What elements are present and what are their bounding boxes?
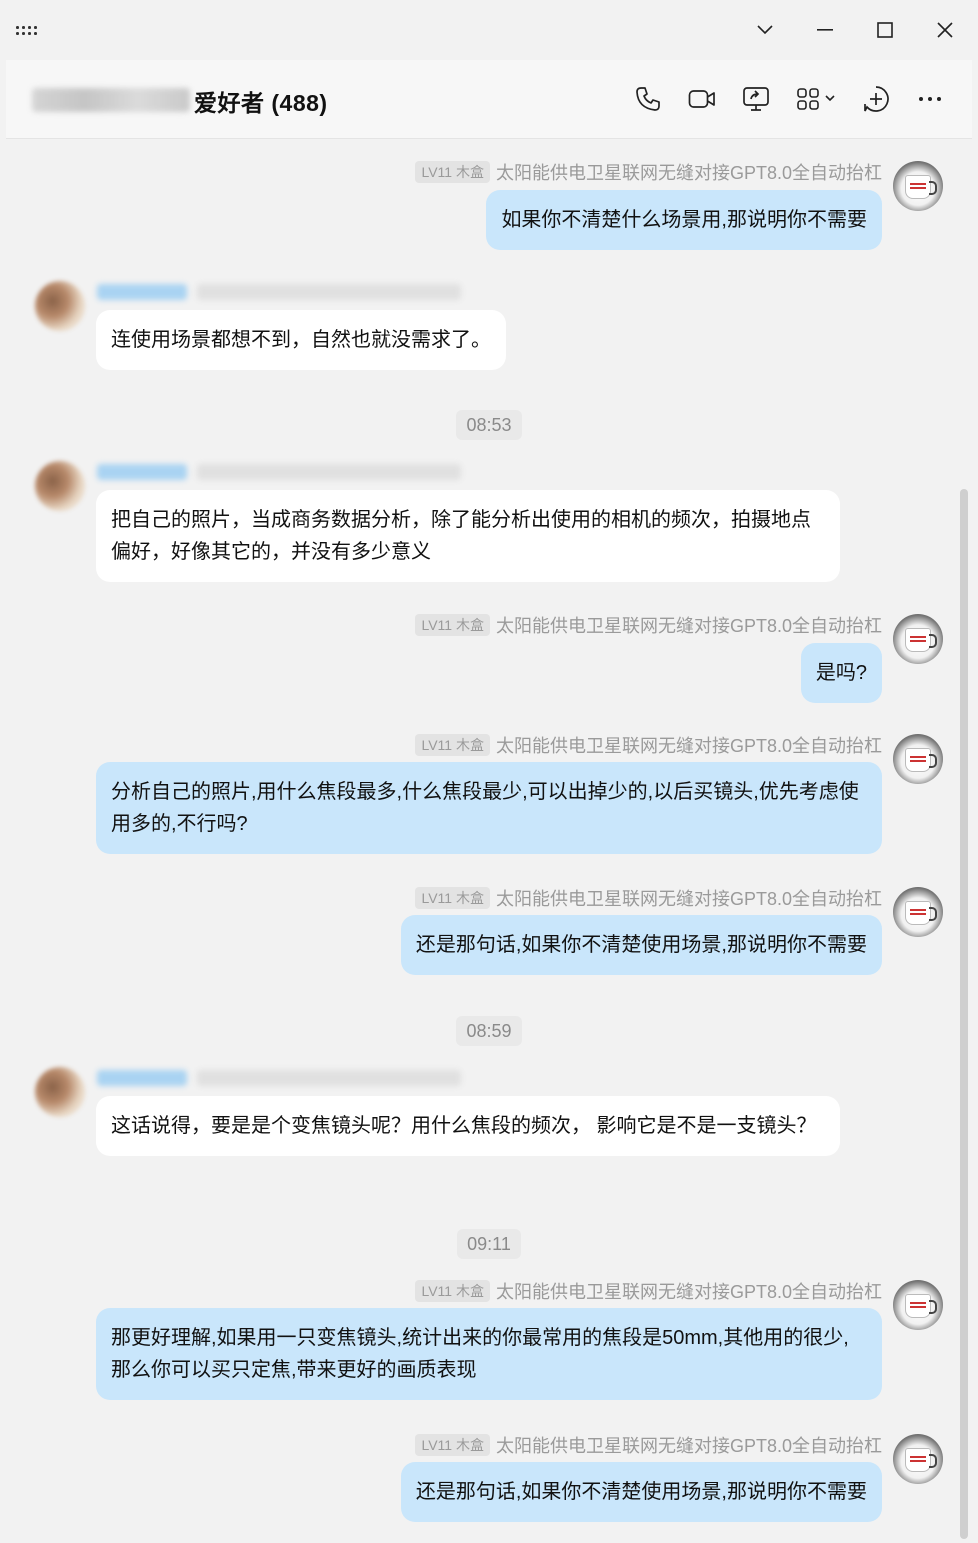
sender-name: 太阳能供电卫星联网无缝对接GPT8.0全自动抬杠 xyxy=(495,736,882,756)
sender-name: 太阳能供电卫星联网无缝对接GPT8.0全自动抬杠 xyxy=(495,616,882,636)
level-badge: LV11 木盒 xyxy=(415,887,490,909)
message-bubble[interactable]: 还是那句话,如果你不清楚使用场景,那说明你不需要 xyxy=(400,915,882,975)
sender-meta: LV11 木盒 太阳能供电卫星联网无缝对接GPT8.0全自动抬杠 xyxy=(415,160,882,184)
screen-share-icon xyxy=(743,87,769,111)
sender-meta-redacted xyxy=(97,464,461,482)
level-badge: LV11 木盒 xyxy=(415,614,490,636)
avatar[interactable] xyxy=(893,887,943,937)
avatar[interactable] xyxy=(35,461,85,511)
avatar[interactable] xyxy=(893,734,943,784)
more-button[interactable] xyxy=(916,84,944,114)
avatar[interactable] xyxy=(893,614,943,664)
sender-name: 太阳能供电卫星联网无缝对接GPT8.0全自动抬杠 xyxy=(495,889,882,909)
group-name-redacted xyxy=(32,88,190,112)
avatar[interactable] xyxy=(35,1067,85,1117)
dropdown-button[interactable] xyxy=(749,14,781,46)
timestamp: 08:59 xyxy=(0,1016,978,1046)
sender-name: 太阳能供电卫星联网无缝对接GPT8.0全自动抬杠 xyxy=(495,1282,882,1302)
message-bubble[interactable]: 如果你不清楚什么场景用,那说明你不需要 xyxy=(486,190,882,250)
avatar[interactable] xyxy=(35,281,85,331)
message-bubble[interactable]: 这话说得，要是是个变焦镜头呢？用什么焦段的频次， 影响它是不是一支镜头？ xyxy=(96,1096,840,1156)
level-badge: LV11 木盒 xyxy=(415,1280,490,1302)
sender-meta-redacted xyxy=(97,284,461,302)
avatar[interactable] xyxy=(893,161,943,211)
app-menu-icon[interactable] xyxy=(16,22,40,38)
apps-menu-button[interactable] xyxy=(796,84,842,114)
chat-header: 爱好者 (488) xyxy=(6,60,972,139)
message-bubble[interactable]: 把自己的照片，当成商务数据分析，除了能分析出使用的相机的频次，拍摄地点偏好，好像… xyxy=(96,490,840,582)
minimize-button[interactable] xyxy=(809,14,841,46)
maximize-button[interactable] xyxy=(869,14,901,46)
video-call-button[interactable] xyxy=(687,84,717,114)
phone-icon xyxy=(636,87,660,111)
message-bubble[interactable]: 是吗? xyxy=(800,643,882,703)
window-title-bar xyxy=(0,0,978,60)
sender-name: 太阳能供电卫星联网无缝对接GPT8.0全自动抬杠 xyxy=(495,163,882,183)
video-icon xyxy=(688,90,715,108)
close-icon xyxy=(937,22,953,38)
avatar[interactable] xyxy=(893,1434,943,1484)
chevron-down-icon xyxy=(757,25,773,35)
avatar[interactable] xyxy=(893,1280,943,1330)
timestamp: 08:53 xyxy=(0,410,978,440)
add-button[interactable] xyxy=(861,84,891,114)
scrollbar-thumb[interactable] xyxy=(960,489,968,1539)
sender-meta: LV11 木盒 太阳能供电卫星联网无缝对接GPT8.0全自动抬杠 xyxy=(415,1433,882,1457)
timestamp: 09:11 xyxy=(0,1229,978,1259)
add-icon xyxy=(864,86,889,112)
level-badge: LV11 木盒 xyxy=(415,734,490,756)
more-icon xyxy=(919,97,941,101)
message-bubble[interactable]: 那更好理解,如果用一只变焦镜头,统计出来的你最常用的焦段是50mm,其他用的很少… xyxy=(96,1308,882,1400)
message-bubble[interactable]: 还是那句话,如果你不清楚使用场景,那说明你不需要 xyxy=(400,1462,882,1522)
minimize-icon xyxy=(817,29,833,31)
sender-meta: LV11 木盒 太阳能供电卫星联网无缝对接GPT8.0全自动抬杠 xyxy=(415,886,882,910)
message-list[interactable]: LV11 木盒 太阳能供电卫星联网无缝对接GPT8.0全自动抬杠 如果你不清楚什… xyxy=(0,139,978,1543)
sender-meta: LV11 木盒 太阳能供电卫星联网无缝对接GPT8.0全自动抬杠 xyxy=(415,733,882,757)
voice-call-button[interactable] xyxy=(633,84,663,114)
screen-share-button[interactable] xyxy=(741,84,771,114)
maximize-icon xyxy=(877,22,893,38)
sender-meta-redacted xyxy=(97,1070,461,1088)
sender-meta: LV11 木盒 太阳能供电卫星联网无缝对接GPT8.0全自动抬杠 xyxy=(415,613,882,637)
level-badge: LV11 木盒 xyxy=(415,1434,490,1456)
apps-icon xyxy=(797,88,835,110)
sender-meta: LV11 木盒 太阳能供电卫星联网无缝对接GPT8.0全自动抬杠 xyxy=(415,1279,882,1303)
close-button[interactable] xyxy=(929,14,961,46)
level-badge: LV11 木盒 xyxy=(415,161,490,183)
message-bubble[interactable]: 连使用场景都想不到，自然也就没需求了。 xyxy=(96,310,506,370)
sender-name: 太阳能供电卫星联网无缝对接GPT8.0全自动抬杠 xyxy=(495,1436,882,1456)
message-bubble[interactable]: 分析自己的照片,用什么焦段最多,什么焦段最少,可以出掉少的,以后买镜头,优先考虑… xyxy=(96,762,882,854)
chat-title: 爱好者 (488) xyxy=(194,90,328,116)
